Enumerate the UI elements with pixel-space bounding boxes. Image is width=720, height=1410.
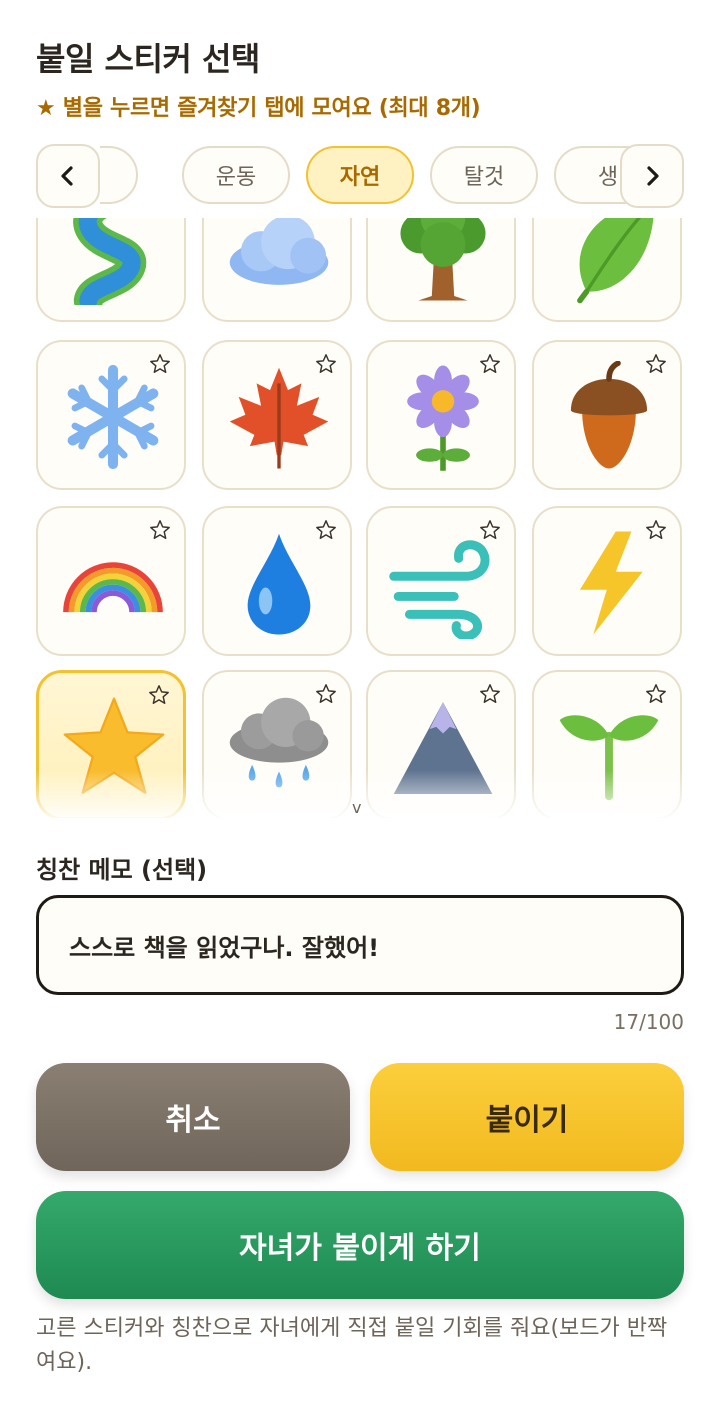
tab-0[interactable]: 이 bbox=[100, 146, 138, 204]
cancel-button[interactable]: 취소 bbox=[36, 1063, 350, 1171]
tabs-prev-button[interactable] bbox=[36, 144, 100, 208]
sticker-tile-rain-cloud[interactable] bbox=[202, 670, 352, 818]
acorn-icon bbox=[570, 361, 648, 469]
cloud-icon bbox=[229, 218, 329, 285]
sticker-tile-wind[interactable] bbox=[366, 506, 516, 656]
snowflake-icon bbox=[67, 364, 159, 470]
chevron-right-icon bbox=[647, 166, 659, 186]
attach-button[interactable]: 붙이기 bbox=[370, 1063, 684, 1171]
sticker-tile-maple-leaf[interactable] bbox=[202, 340, 352, 490]
flower-icon bbox=[407, 365, 479, 471]
scroll-more-indicator: v bbox=[352, 798, 362, 817]
sticker-tile-snowflake[interactable] bbox=[36, 340, 186, 490]
sticker-tile-droplet[interactable] bbox=[202, 506, 352, 656]
tree-icon bbox=[400, 218, 486, 301]
mountain-icon bbox=[393, 702, 493, 795]
tab-3[interactable]: 탈것 bbox=[430, 146, 538, 204]
lightning-icon bbox=[579, 531, 643, 635]
sticker-tile-river[interactable] bbox=[36, 218, 186, 322]
sticker-tile-sprout[interactable] bbox=[532, 670, 682, 818]
rain-cloud-icon bbox=[229, 697, 329, 788]
child-attach-button[interactable]: 자녀가 붙이게 하기 bbox=[36, 1191, 684, 1299]
hint-text: 고른 스티커와 칭찬으로 자녀에게 직접 붙일 기회를 줘요(보드가 반짝여요)… bbox=[36, 1316, 668, 1375]
sticker-tile-flower[interactable] bbox=[366, 340, 516, 490]
sticker-tile-acorn[interactable] bbox=[532, 340, 682, 490]
sticker-grid[interactable] bbox=[36, 218, 684, 818]
sticker-tile-leaf[interactable] bbox=[532, 218, 682, 322]
memo-label: 칭찬 메모 (선택) bbox=[36, 856, 208, 884]
sticker-tile-star[interactable] bbox=[36, 670, 186, 818]
star-icon bbox=[63, 697, 165, 794]
category-tabs: 이 운동 자연 탈것 생 bbox=[36, 144, 684, 208]
sticker-tile-rainbow[interactable] bbox=[36, 506, 186, 656]
chevron-left-icon bbox=[61, 166, 73, 186]
page-title: 붙일 스티커 선택 bbox=[36, 40, 260, 78]
sticker-tile-lightning[interactable] bbox=[532, 506, 682, 656]
page-subtitle: ★ 별을 누르면 즐겨찾기 탭에 모여요 (최대 8개) bbox=[36, 96, 481, 121]
memo-input[interactable]: 스스로 책을 읽었구나. 잘했어! bbox=[36, 895, 684, 995]
wind-icon bbox=[389, 540, 490, 639]
tabs-scroller[interactable]: 이 운동 자연 탈것 생 bbox=[100, 144, 644, 208]
memo-char-count: 17/100 bbox=[613, 1010, 684, 1034]
rainbow-icon bbox=[63, 562, 163, 613]
sticker-tile-mountain[interactable] bbox=[366, 670, 516, 818]
tabs-next-button[interactable] bbox=[620, 144, 684, 208]
droplet-icon bbox=[247, 533, 311, 635]
sprout-icon bbox=[559, 715, 659, 801]
sticker-tile-tree[interactable] bbox=[366, 218, 516, 322]
tab-2[interactable]: 자연 bbox=[306, 146, 414, 204]
memo-input-value: 스스로 책을 읽었구나. 잘했어! bbox=[69, 933, 380, 962]
sticker-tile-cloud[interactable] bbox=[202, 218, 352, 322]
maple-leaf-icon bbox=[229, 367, 329, 469]
leaf-icon bbox=[577, 218, 654, 304]
river-icon bbox=[73, 218, 147, 305]
tab-1[interactable]: 운동 bbox=[182, 146, 290, 204]
